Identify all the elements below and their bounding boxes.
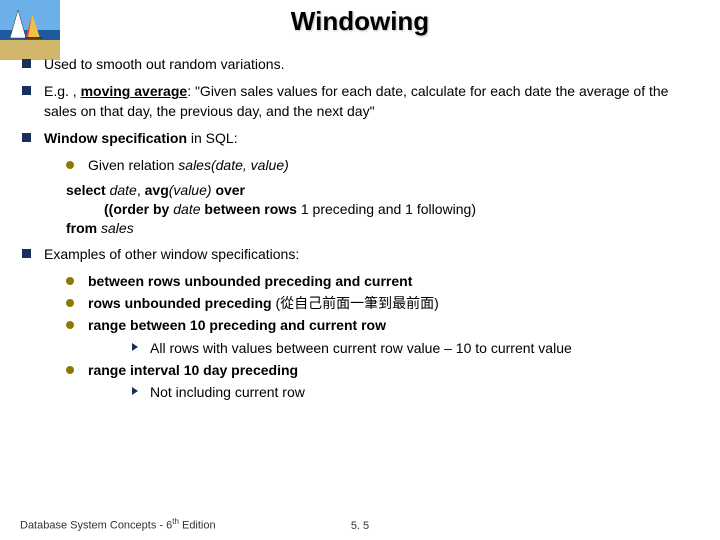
text: date: [106, 182, 137, 198]
text: range between 10 preceding and current r…: [88, 317, 386, 333]
sql-line-3: from sales: [66, 219, 700, 238]
text: Given relation: [88, 157, 178, 173]
kw: from: [66, 220, 97, 236]
bullet-moving-average: E.g. , moving average: "Given sales valu…: [22, 82, 700, 121]
text: 1 preceding and 1 following): [297, 201, 476, 217]
subsub-not-including: Not including current row: [132, 383, 700, 402]
bullet-examples: Examples of other window specifications:: [22, 245, 700, 264]
text: (從自己前面一筆到最前面): [272, 295, 439, 311]
subsub-all-rows: All rows with values between current row…: [132, 339, 700, 358]
text: (value): [169, 182, 216, 198]
kw: between rows: [204, 201, 297, 217]
text: sales: [97, 220, 134, 236]
text: ,: [137, 182, 145, 198]
subbullet-range-interval: range interval 10 day preceding: [66, 361, 700, 380]
subbullet-given-relation: Given relation sales(date, value): [66, 156, 700, 175]
text-italic: sales(date, value): [178, 157, 289, 173]
sql-line-1: select date, avg(value) over: [66, 181, 700, 200]
subbullet-unbounded-current: between rows unbounded preceding and cur…: [66, 272, 700, 291]
sql-line-2: ((order by date between rows 1 preceding…: [66, 200, 700, 219]
text: between rows unbounded preceding and cur…: [88, 273, 412, 289]
text: range interval 10 day preceding: [88, 362, 298, 378]
kw: avg: [145, 182, 169, 198]
text: rows unbounded preceding: [88, 295, 272, 311]
text: Window specification: [44, 130, 187, 146]
slide-content: Used to smooth out random variations. E.…: [0, 55, 720, 403]
text: date: [169, 201, 204, 217]
slide-decoration: [0, 0, 60, 60]
bullet-used-to-smooth: Used to smooth out random variations.: [22, 55, 700, 74]
kw: select: [66, 182, 106, 198]
kw: over: [215, 182, 245, 198]
text: in SQL:: [187, 130, 238, 146]
text-underline: moving average: [81, 83, 188, 99]
footer-page-number: 5. 5: [0, 520, 720, 532]
text: E.g. ,: [44, 83, 81, 99]
bullet-window-spec: Window specification in SQL:: [22, 129, 700, 148]
subbullet-range-between: range between 10 preceding and current r…: [66, 316, 700, 335]
kw: (order by: [109, 201, 170, 217]
subbullet-unbounded-preceding: rows unbounded preceding (從自己前面一筆到最前面): [66, 294, 700, 313]
slide-title: Windowing: [0, 0, 720, 55]
